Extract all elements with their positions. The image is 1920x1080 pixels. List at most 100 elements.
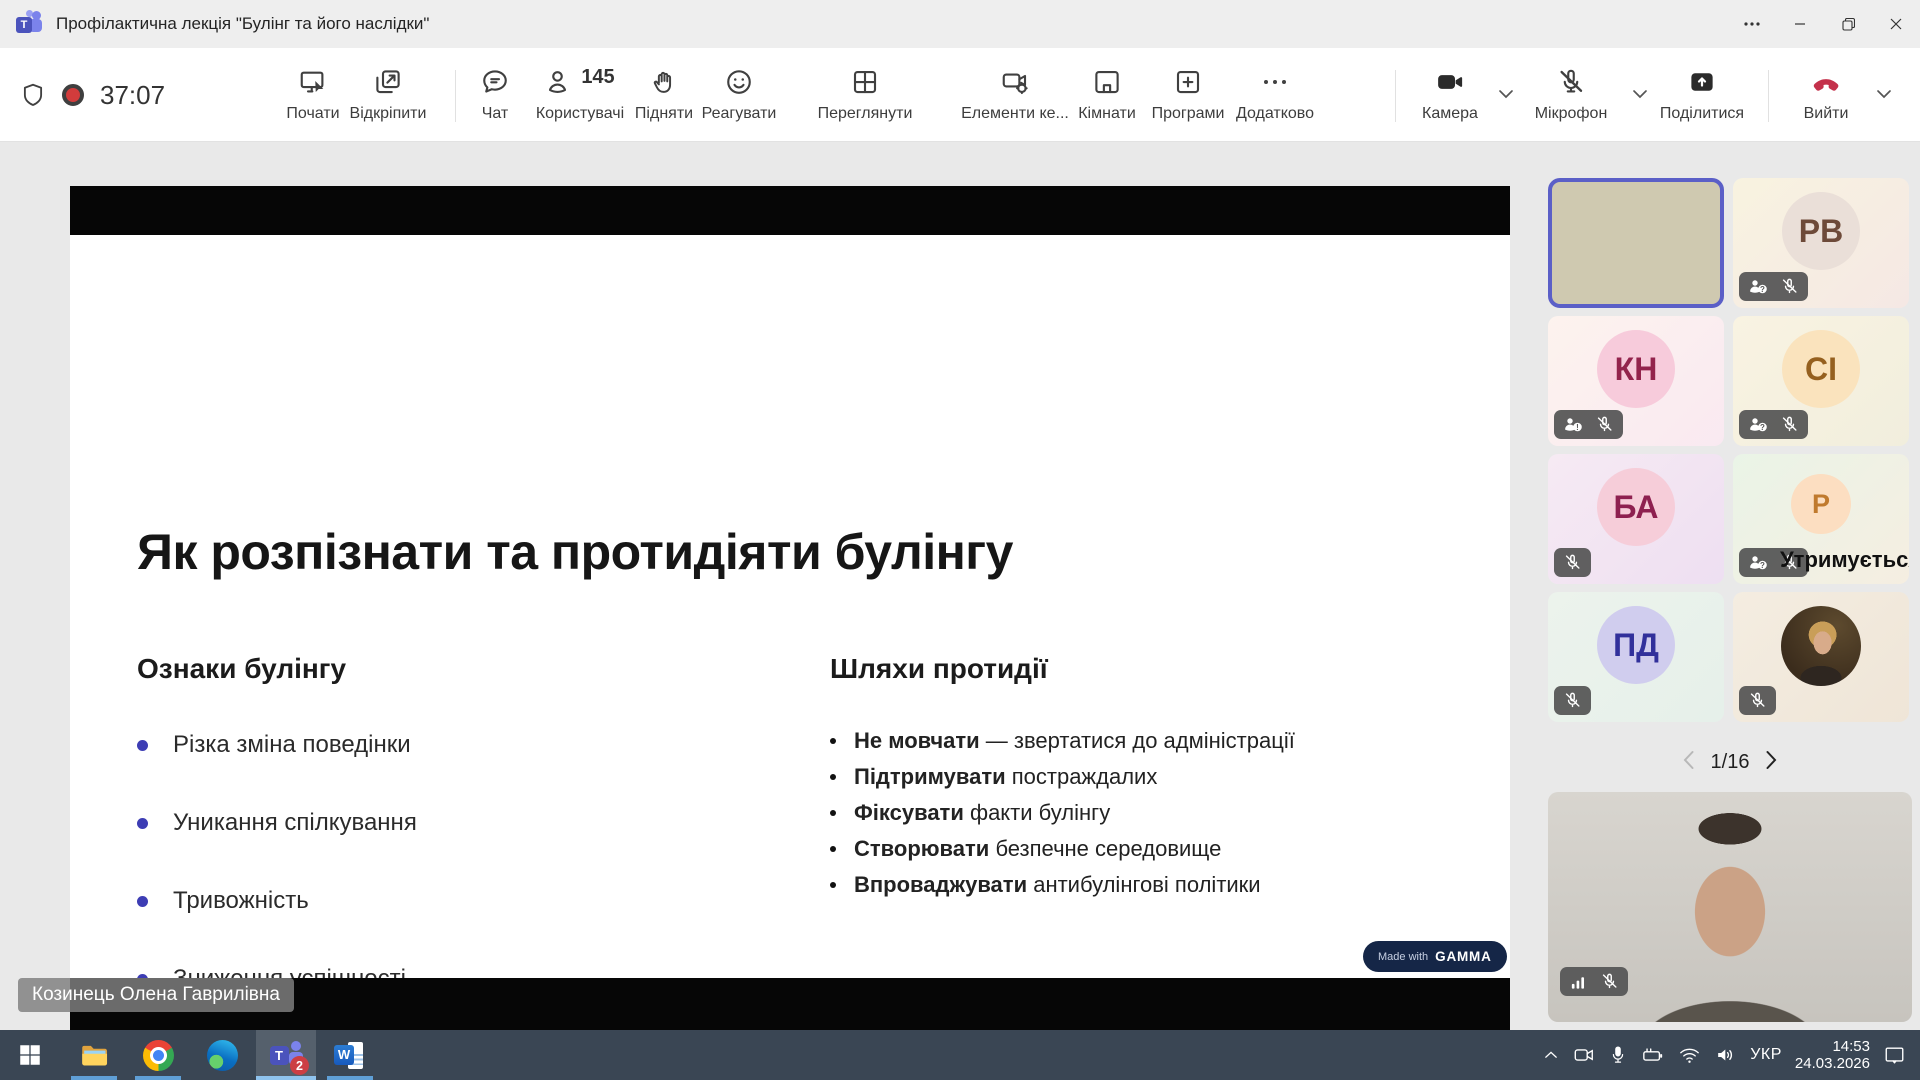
chevron-up-icon [1542, 1046, 1560, 1064]
ellipsis-icon [1262, 66, 1288, 98]
share-button[interactable]: Поділитися [1647, 66, 1757, 123]
camera-options-chevron[interactable] [1498, 86, 1514, 104]
tray-camera-button[interactable] [1573, 1044, 1595, 1066]
participant-tile[interactable]: Р ? Утримується [1733, 454, 1909, 584]
running-indicator [135, 1076, 181, 1080]
mic-off-icon [1563, 553, 1582, 572]
taskbar-explorer-button[interactable] [64, 1030, 124, 1080]
left-column-heading: Ознаки булінгу [137, 653, 346, 685]
toolbar-divider [1768, 70, 1769, 122]
presentation-slide: Як розпізнати та протидіяти булінгу Озна… [70, 235, 1510, 978]
recording-cluster: 37:07 [0, 48, 165, 142]
status-pill [1554, 548, 1591, 577]
bullet-dot [137, 740, 148, 751]
share-screen-icon [1687, 66, 1717, 98]
gamma-badge[interactable]: Made with GAMMA [1363, 941, 1507, 972]
participants-pager: 1/16 [1540, 750, 1920, 775]
bullet-dot [137, 896, 148, 907]
wifi-icon [1678, 1044, 1701, 1066]
tray-expand-button[interactable] [1542, 1046, 1560, 1064]
bullet-dot [137, 818, 148, 829]
avatar: КН [1597, 330, 1675, 408]
participant-tile[interactable] [1733, 592, 1909, 722]
camera-on-icon [1435, 66, 1465, 98]
taskbar-chrome-button[interactable] [128, 1030, 188, 1080]
tray-notification-button[interactable] [1883, 1044, 1906, 1066]
minimize-button[interactable] [1776, 0, 1824, 48]
avatar-photo [1781, 606, 1861, 686]
pager-next-button[interactable] [1765, 750, 1778, 775]
status-pill: ? [1739, 410, 1808, 439]
status-pill: ! [1554, 410, 1623, 439]
status-pill: ? [1739, 272, 1808, 301]
tray-mic-button[interactable] [1608, 1044, 1628, 1066]
speaker-video-placeholder [1552, 182, 1720, 304]
meeting-stage: Як розпізнати та протидіяти булінгу Озна… [0, 142, 1920, 1030]
participant-tile[interactable]: ПД [1548, 592, 1724, 722]
react-button[interactable]: Реагувати [684, 66, 794, 123]
leave-button[interactable]: Вийти [1771, 66, 1881, 123]
leave-call-icon [1809, 66, 1843, 98]
participant-tile[interactable]: СІ ? [1733, 316, 1909, 446]
pager-label: 1/16 [1711, 751, 1750, 774]
word-icon: W [334, 1040, 366, 1071]
raise-hand-icon [650, 66, 678, 98]
microphone-button[interactable]: Мікрофон [1516, 66, 1626, 123]
participant-tile[interactable]: РВ ? [1733, 178, 1909, 308]
list-item: Не мовчати — звертатися до адміністрації [830, 728, 1295, 754]
tray-battery-button[interactable] [1641, 1044, 1665, 1066]
more-options-button[interactable]: Додатково [1220, 66, 1330, 123]
mic-off-icon [1748, 691, 1767, 710]
shield-icon [20, 82, 46, 108]
action-center-icon [1883, 1044, 1906, 1066]
window-more-button[interactable] [1728, 0, 1776, 48]
pager-prev-button[interactable] [1682, 750, 1695, 775]
view-button[interactable]: Переглянути [810, 66, 920, 123]
meeting-timer: 37:07 [100, 80, 165, 111]
close-button[interactable] [1872, 0, 1920, 48]
chevron-right-icon [1765, 750, 1778, 770]
camera-icon [1573, 1044, 1595, 1066]
leave-options-chevron[interactable] [1876, 86, 1892, 104]
taskbar-teams-button[interactable]: T 2 [256, 1030, 316, 1080]
participant-tile[interactable]: БА [1548, 454, 1724, 584]
tray-volume-button[interactable] [1714, 1044, 1737, 1066]
view-grid-icon [850, 66, 880, 98]
taskbar-edge-button[interactable] [192, 1030, 252, 1080]
mic-options-chevron[interactable] [1632, 86, 1648, 104]
rooms-icon [1092, 66, 1122, 98]
chevron-left-icon [1682, 750, 1695, 770]
participant-video-large[interactable] [1548, 792, 1912, 1022]
bullet-dot [830, 810, 836, 816]
edge-icon [207, 1040, 238, 1071]
svg-text:?: ? [1760, 422, 1765, 431]
taskbar-word-button[interactable]: W [320, 1030, 380, 1080]
file-explorer-icon [79, 1040, 110, 1071]
chat-icon [480, 66, 510, 98]
avatar: БА [1597, 468, 1675, 546]
hand-status-exclaim-icon: ! [1563, 416, 1583, 434]
status-overlay-text: Утримується [1780, 547, 1909, 573]
restore-button[interactable] [1824, 0, 1872, 48]
svg-text:?: ? [1760, 560, 1765, 569]
participants-icon: 145 [545, 66, 614, 98]
letterbox-top [70, 186, 1510, 235]
status-pill [1560, 967, 1628, 996]
unpin-button[interactable]: Відкріпити [333, 66, 443, 123]
teams-logo-icon: T [16, 11, 42, 37]
levels-icon [1569, 973, 1588, 991]
participant-tile[interactable]: КН ! [1548, 316, 1724, 446]
avatar: РВ [1782, 192, 1860, 270]
windows-logo-icon [17, 1042, 43, 1068]
list-item: Підтримувати постраждалих [830, 764, 1295, 790]
tray-wifi-button[interactable] [1678, 1044, 1701, 1066]
language-indicator[interactable]: УКР [1750, 1046, 1782, 1064]
clock[interactable]: 14:53 24.03.2026 [1795, 1038, 1870, 1072]
microphone-icon [1608, 1044, 1628, 1066]
running-indicator [327, 1076, 373, 1080]
participant-tile-active-speaker[interactable] [1548, 178, 1724, 308]
speaker-icon [1714, 1044, 1737, 1066]
camera-button[interactable]: Камера [1395, 66, 1505, 123]
start-button[interactable] [0, 1030, 60, 1080]
mic-off-icon [1780, 415, 1799, 434]
